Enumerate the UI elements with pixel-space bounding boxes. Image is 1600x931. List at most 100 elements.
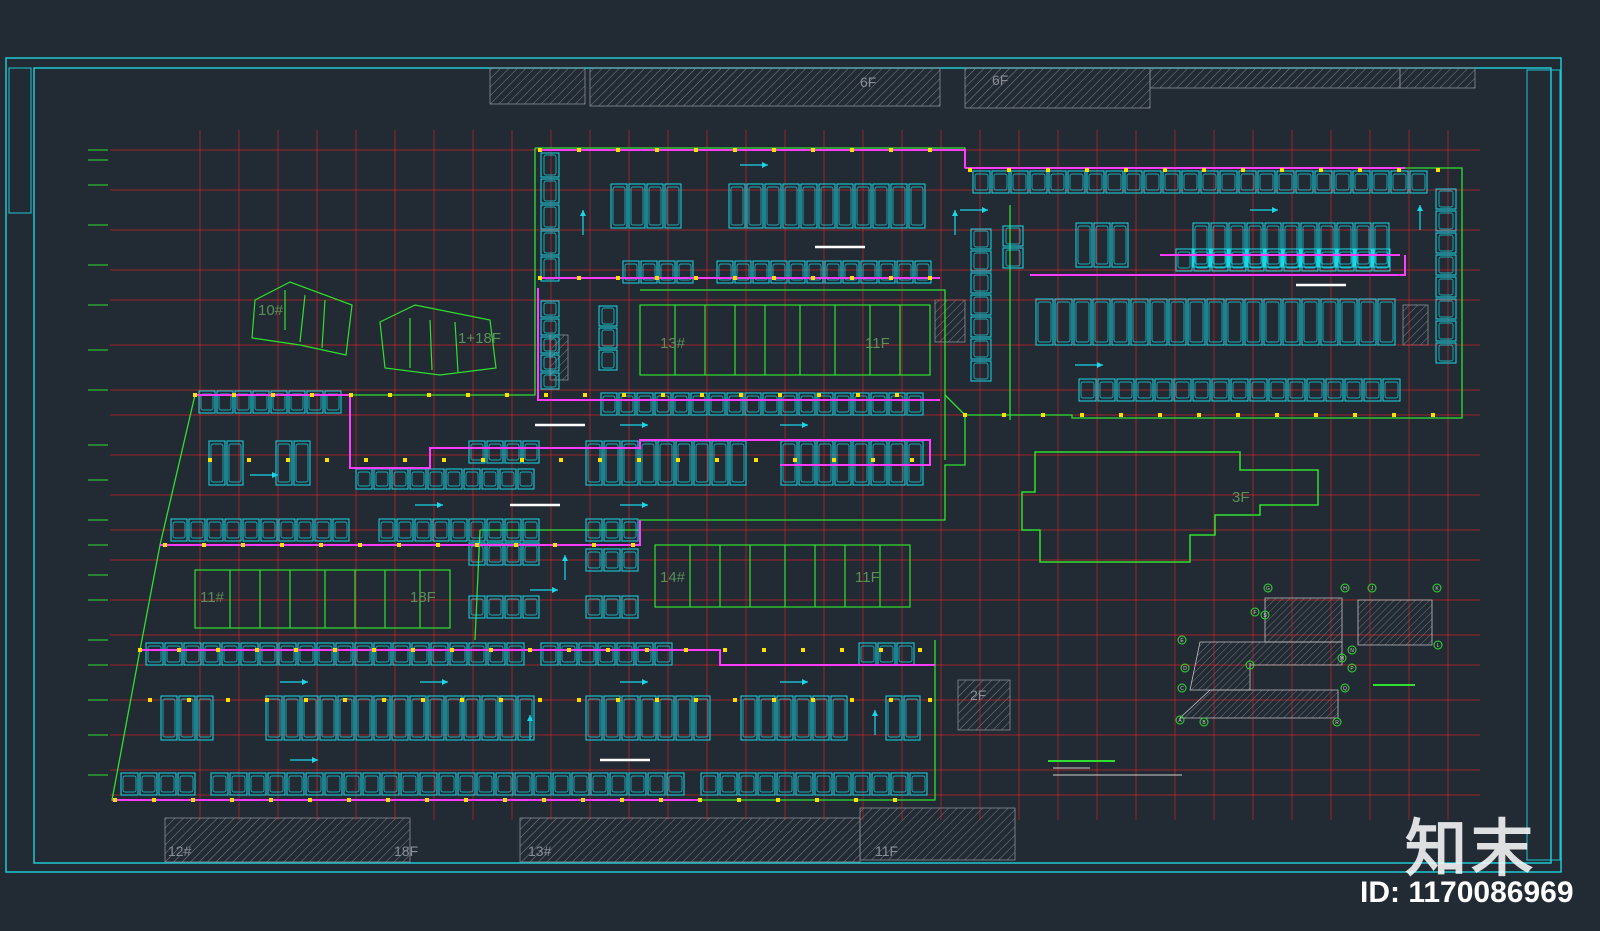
parking-stall [716, 260, 734, 284]
parking-stall [780, 440, 798, 486]
parking-stall [1181, 170, 1200, 194]
parking-stall [540, 152, 560, 178]
column-node [772, 148, 776, 152]
column-node [754, 458, 758, 462]
key-plan-marker-label: N [1350, 648, 1354, 654]
column-node [567, 648, 571, 652]
parking-stall [427, 468, 445, 490]
parking-stall [319, 695, 337, 741]
building-east-floors: 3F [1232, 489, 1250, 506]
parking-stall [540, 204, 560, 230]
parking-stall [752, 260, 770, 284]
parking-stall [1333, 170, 1352, 194]
parking-stall [1314, 170, 1333, 194]
key-plan-marker-label: H [1343, 586, 1347, 592]
column-node [631, 543, 635, 547]
parking-stall [970, 228, 992, 250]
parking-stall [391, 468, 409, 490]
key-plan-marker: N [1347, 645, 1357, 655]
parking-stall [259, 642, 278, 666]
column-node [1314, 413, 1318, 417]
parking-stall [438, 772, 457, 796]
column-node [850, 276, 854, 280]
parking-stall [909, 772, 928, 796]
parking-stall [621, 595, 639, 619]
parking-stall [552, 772, 571, 796]
wall-line [140, 649, 935, 666]
parking-stall [885, 695, 903, 741]
column-node [1358, 168, 1362, 172]
hatched-block [589, 67, 941, 107]
parking-stall [734, 260, 752, 284]
column-node [577, 276, 581, 280]
parking-stall [816, 440, 834, 486]
parking-stall [409, 695, 427, 741]
column-node [723, 648, 727, 652]
column-node [247, 458, 251, 462]
parking-stall [906, 392, 924, 416]
hatched-block [164, 817, 411, 863]
column-node [598, 458, 602, 462]
column-node [349, 393, 353, 397]
parking-stall [690, 392, 708, 416]
column-node [325, 458, 329, 462]
parking-stall [603, 695, 621, 741]
parking-stall [657, 695, 675, 741]
column-node [622, 393, 626, 397]
key-plan-marker: C [1177, 683, 1187, 693]
column-node [772, 698, 776, 702]
column-node [1397, 168, 1401, 172]
column-node [815, 798, 819, 802]
parking-stall [639, 440, 657, 486]
parking-stall [871, 772, 890, 796]
column-node [817, 393, 821, 397]
parking-stall [675, 440, 693, 486]
parking-stall [635, 642, 654, 666]
parking-stall [991, 170, 1010, 194]
column-node [850, 698, 854, 702]
binding-strip [8, 67, 32, 214]
column-node [475, 543, 479, 547]
column-node [559, 458, 563, 462]
parking-stall [1162, 170, 1181, 194]
traffic-arrow [415, 502, 443, 508]
parking-stall [240, 642, 259, 666]
parking-stall [427, 695, 445, 741]
parking-stall [757, 772, 776, 796]
parking-stall [178, 695, 196, 741]
parking-stall [324, 772, 343, 796]
parking-stall [1219, 170, 1238, 194]
parking-stall [183, 642, 202, 666]
column-node [138, 648, 142, 652]
key-plan-marker: K [1432, 583, 1442, 593]
column-node [637, 458, 641, 462]
parking-stall [517, 695, 535, 741]
parking-stall [120, 772, 139, 796]
parking-stall [1228, 222, 1246, 268]
column-node [152, 798, 156, 802]
parking-stall [1409, 170, 1428, 194]
parking-stall [419, 772, 438, 796]
column-node [583, 393, 587, 397]
column-node [538, 148, 542, 152]
column-node [854, 798, 858, 802]
parking-stall [463, 468, 481, 490]
key-plan-marker-label: G [1266, 586, 1270, 592]
cad-drawing: 10# 1+18F 13# 11F 14# 11F 11# 18F 3F 6F … [5, 57, 1562, 873]
column-node [193, 393, 197, 397]
hatched-block [934, 299, 966, 343]
parking-stall [1337, 248, 1355, 272]
column-node [241, 543, 245, 547]
parking-stall [603, 595, 621, 619]
column-node [811, 698, 815, 702]
parking-stall [1149, 298, 1168, 346]
column-node [840, 648, 844, 652]
column-node [304, 698, 308, 702]
parking-stall [1192, 222, 1210, 268]
parking-stall [852, 772, 871, 796]
parking-stall [571, 772, 590, 796]
column-node [421, 698, 425, 702]
column-node [503, 798, 507, 802]
parking-stall [517, 468, 535, 490]
building-11-floors: 18F [410, 589, 436, 606]
